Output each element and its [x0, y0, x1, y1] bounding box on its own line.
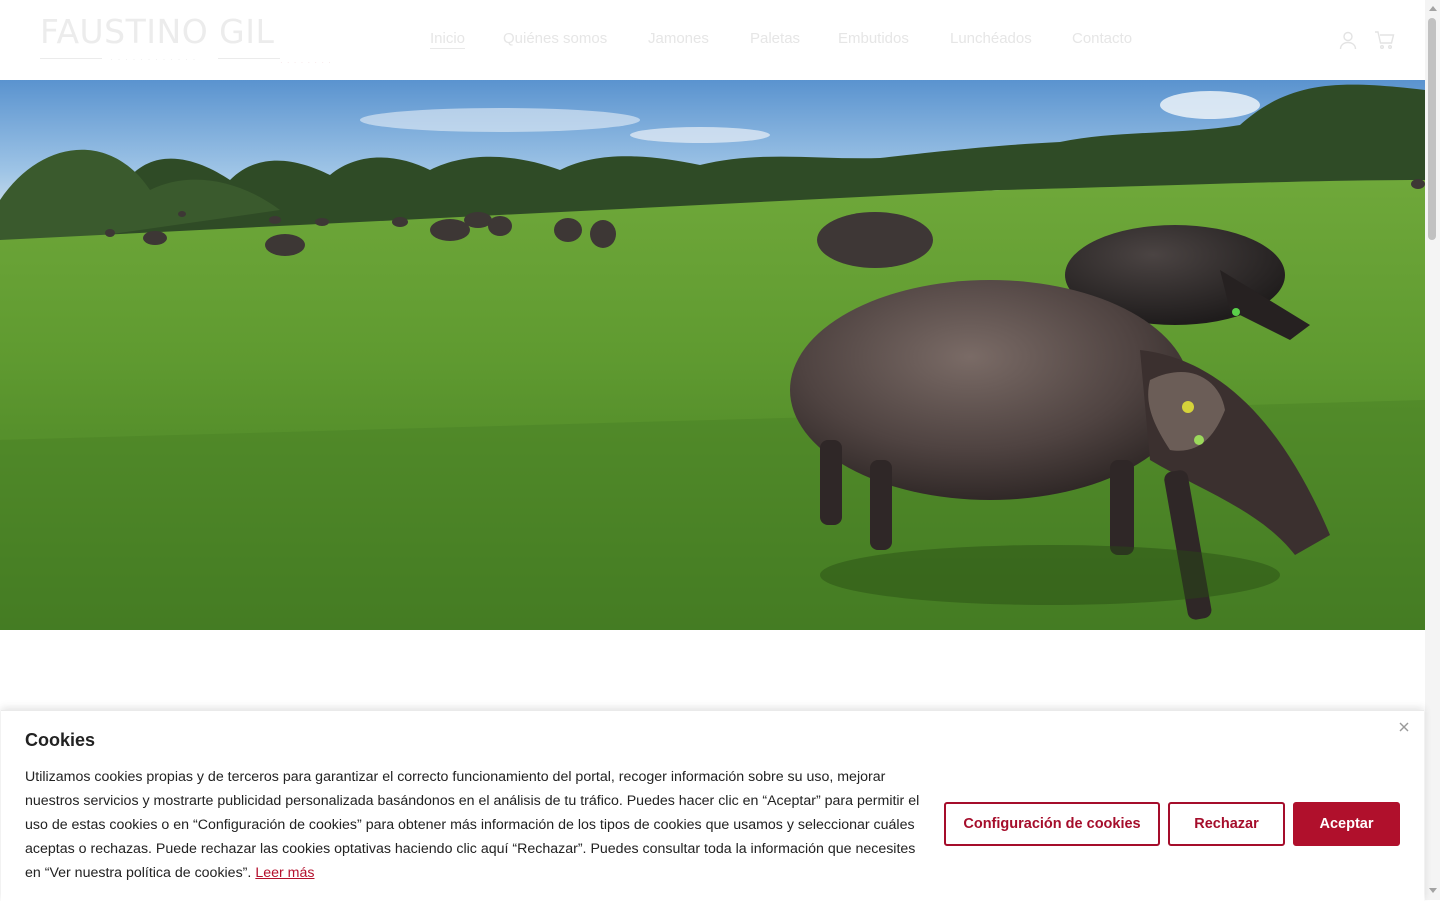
- close-icon[interactable]: [1397, 720, 1411, 734]
- scroll-up-arrow-icon[interactable]: [1429, 6, 1437, 11]
- nav-item-embutidos[interactable]: Embutidos: [838, 30, 909, 47]
- logo-rule-left: [40, 58, 102, 59]
- user-icon[interactable]: [1338, 30, 1358, 50]
- nav-item-quienes-somos[interactable]: Quiénes somos: [503, 30, 607, 47]
- scroll-thumb[interactable]: [1428, 18, 1436, 240]
- nav-item-inicio[interactable]: Inicio: [430, 30, 466, 49]
- scroll-down-arrow-icon[interactable]: [1429, 888, 1437, 893]
- read-more-link[interactable]: Leer más: [255, 865, 314, 881]
- cookie-settings-button[interactable]: Configuración de cookies: [944, 802, 1160, 846]
- site-header: FAUSTINO GIL · · · · · · · · · · · · · ·…: [0, 0, 1425, 80]
- reject-button[interactable]: Rechazar: [1168, 802, 1285, 846]
- logo-rule-right: [218, 58, 280, 59]
- cookie-body-text: Utilizamos cookies propias y de terceros…: [25, 769, 920, 881]
- nav-item-contacto[interactable]: Contacto: [1072, 30, 1132, 47]
- nav-item-paletas[interactable]: Paletas: [750, 30, 800, 47]
- logo-tagline: · · · · · · · ·: [280, 58, 332, 67]
- cookie-description: Utilizamos cookies propias y de terceros…: [25, 765, 930, 885]
- cookie-banner: Cookies Utilizamos cookies propias y de …: [1, 710, 1424, 901]
- page-scrollbar[interactable]: [1425, 0, 1440, 900]
- hero-image: [0, 80, 1425, 630]
- accept-button[interactable]: Aceptar: [1293, 802, 1400, 846]
- logo-subtitle: · · · · · · · · · · · ·: [110, 54, 197, 64]
- nav-item-jamones[interactable]: Jamones: [648, 30, 709, 47]
- nav-item-luncheados[interactable]: Lunchéados: [950, 30, 1032, 47]
- brand-logo[interactable]: FAUSTINO GIL · · · · · · · · · · · ·: [40, 14, 280, 64]
- logo-wordmark: FAUSTINO GIL: [40, 12, 275, 51]
- hero-pigs-illustration: [0, 80, 1425, 630]
- cookie-title: Cookies: [25, 730, 96, 750]
- cart-icon[interactable]: [1374, 30, 1395, 50]
